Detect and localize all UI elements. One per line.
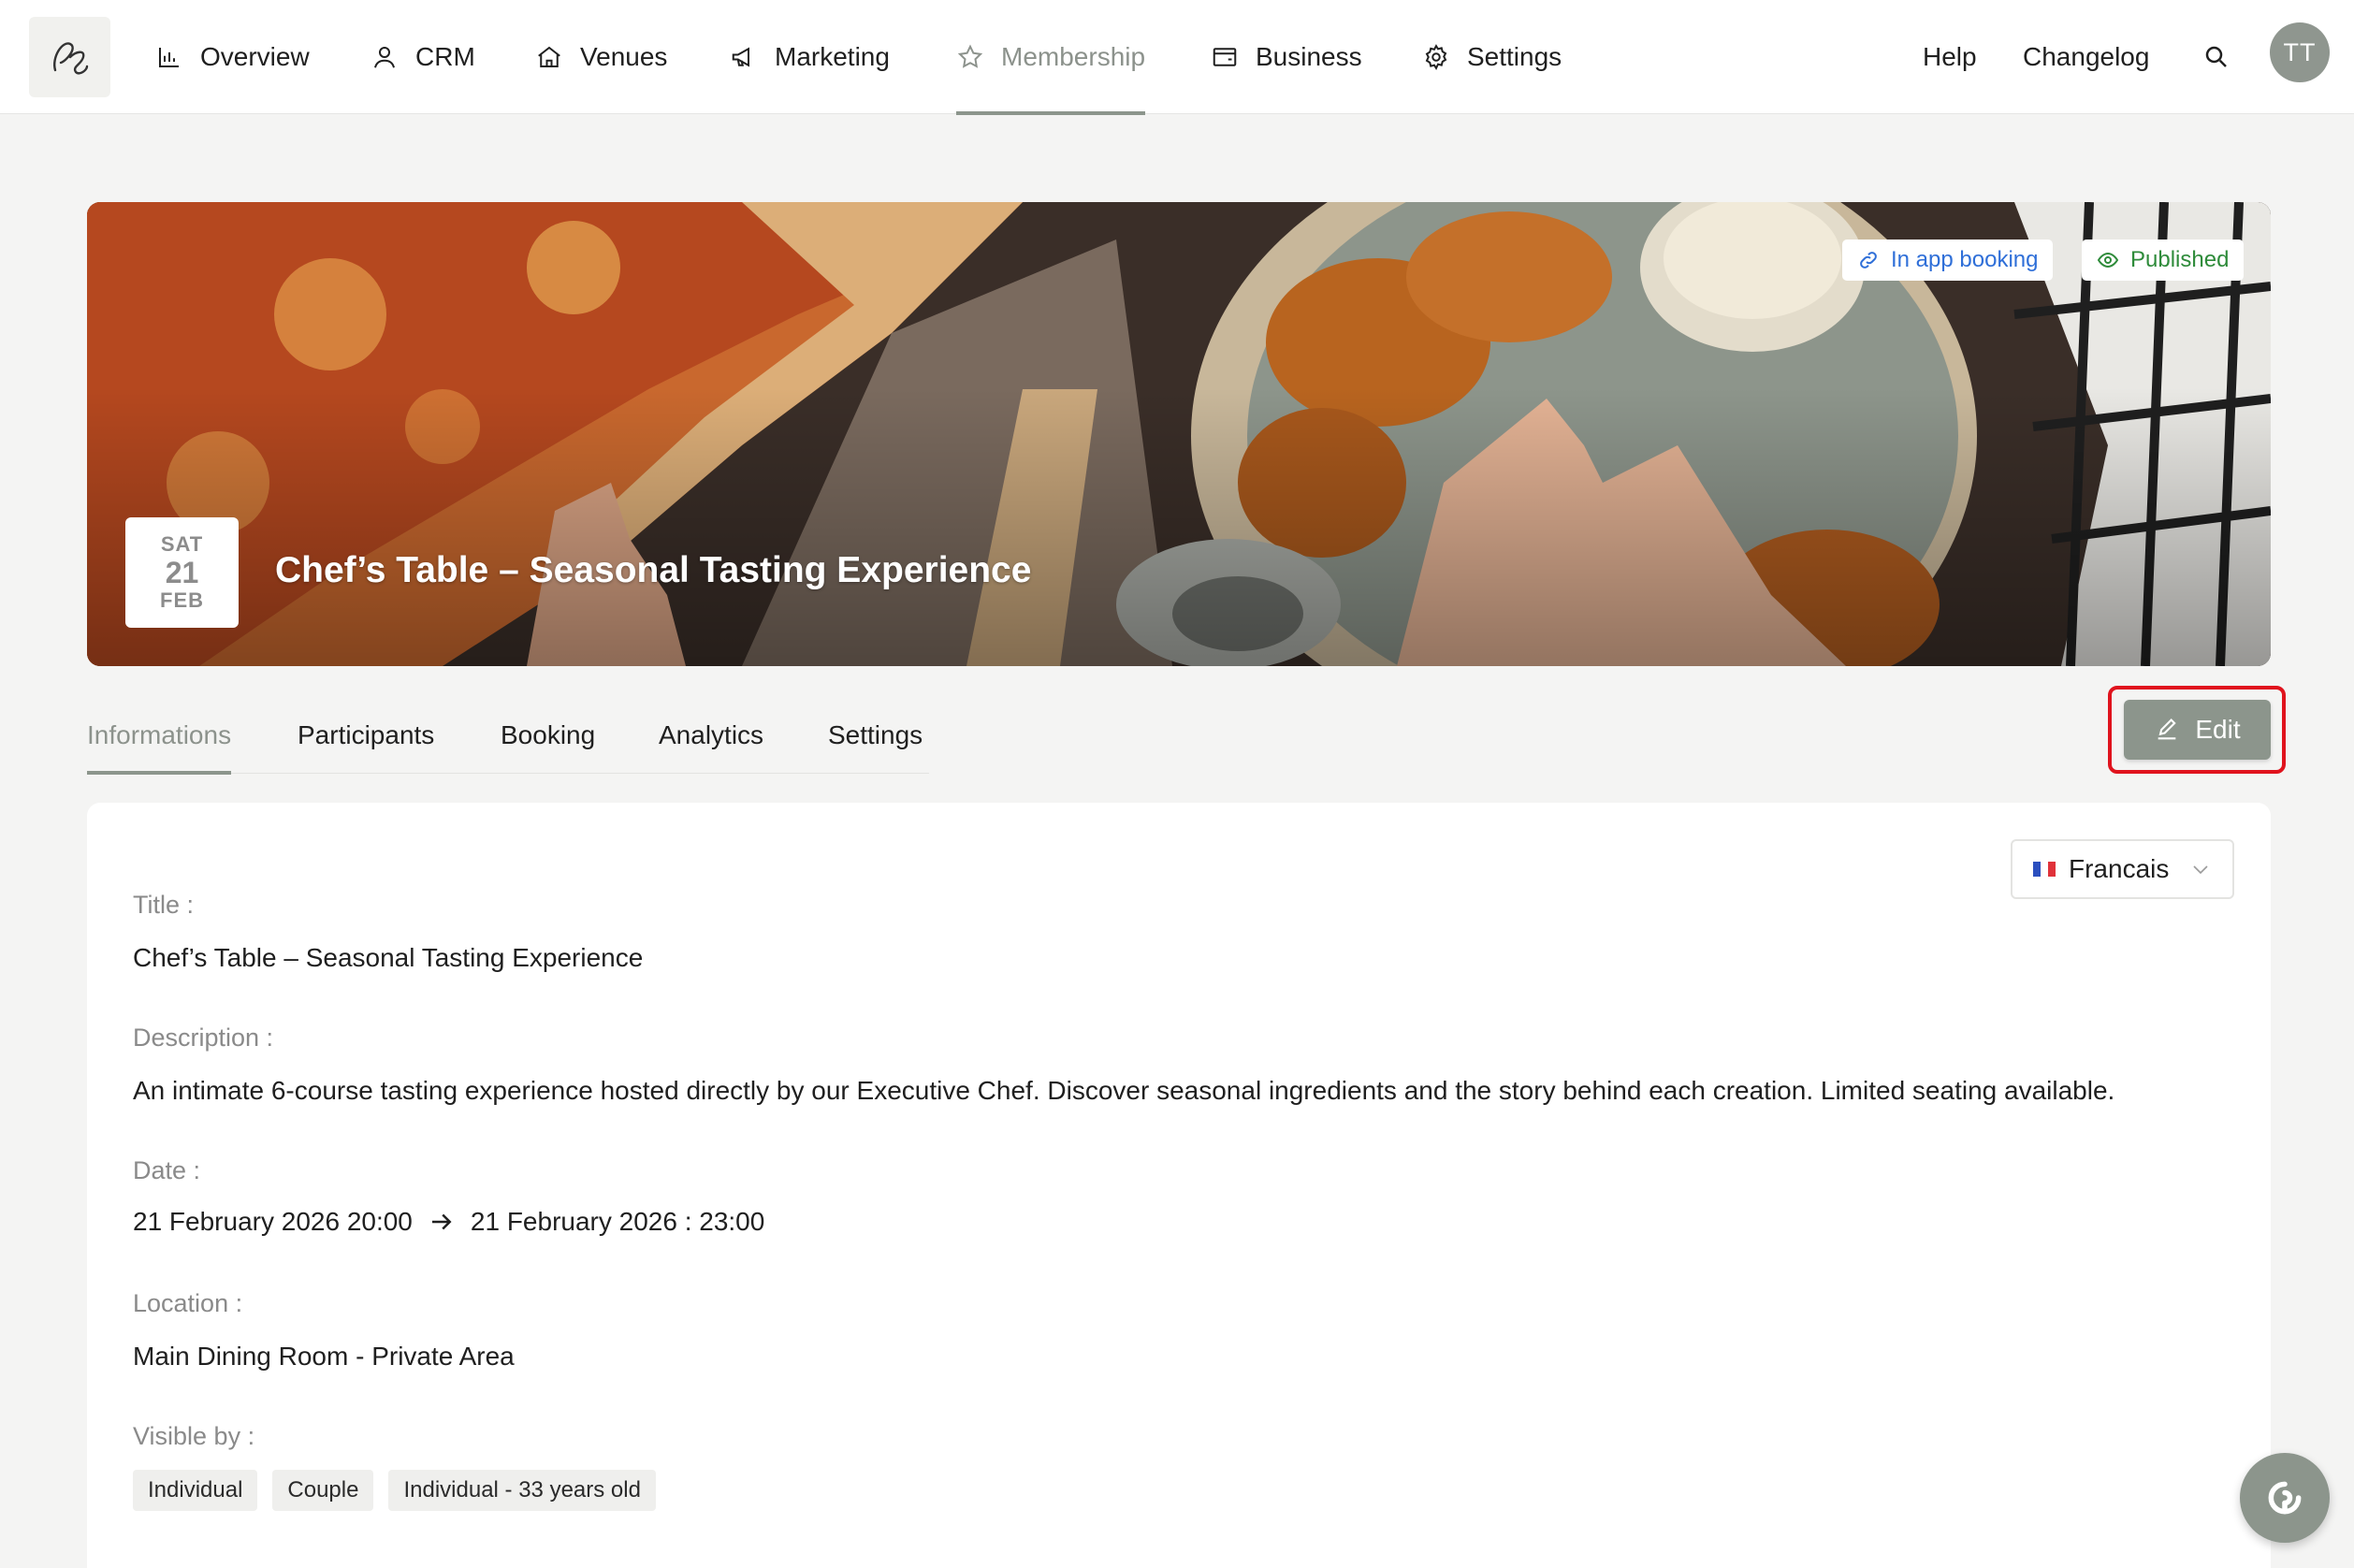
date-range: 21 February 2026 20:00 21 February 2026 … bbox=[133, 1207, 764, 1237]
edit-label: Edit bbox=[2195, 715, 2241, 744]
changelog-label: Changelog bbox=[2023, 42, 2150, 71]
tab-analytics-label: Analytics bbox=[659, 719, 764, 749]
nav-membership[interactable]: Membership bbox=[956, 0, 1146, 115]
france-flag-icon bbox=[2033, 862, 2056, 877]
avatar[interactable]: TT bbox=[2270, 22, 2330, 82]
search-button[interactable] bbox=[2202, 0, 2230, 114]
eye-icon bbox=[2097, 252, 2119, 269]
language-select[interactable]: Francais bbox=[2011, 839, 2234, 899]
edit-button[interactable]: Edit bbox=[2124, 700, 2271, 760]
nav-crm-label: CRM bbox=[415, 42, 475, 71]
tab-booking[interactable]: Booking bbox=[501, 696, 595, 774]
wallet-icon bbox=[1213, 48, 1237, 66]
changelog-link[interactable]: Changelog bbox=[2023, 0, 2149, 114]
published-label: Published bbox=[2130, 247, 2230, 272]
logo-monogram-icon bbox=[52, 42, 88, 75]
event-cover-image: In app booking Published SAT 21 FEB Chef… bbox=[87, 202, 2271, 666]
visible-by-label: Visible by : bbox=[133, 1422, 255, 1450]
location-value: Main Dining Room - Private Area bbox=[133, 1342, 515, 1371]
title-value: Chef’s Table – Seasonal Tasting Experien… bbox=[133, 943, 644, 972]
description-value: An intimate 6-course tasting experience … bbox=[133, 1076, 2115, 1105]
date-end: 21 February 2026 : 23:00 bbox=[470, 1207, 765, 1236]
visibility-chip: Individual bbox=[133, 1470, 258, 1511]
nav-venues[interactable]: Venues bbox=[535, 0, 667, 114]
home-icon bbox=[538, 46, 560, 67]
nav-crm[interactable]: CRM bbox=[371, 0, 475, 114]
nav-settings-label: Settings bbox=[1467, 42, 1562, 71]
arrow-right-icon bbox=[431, 1213, 452, 1230]
link-icon bbox=[1860, 252, 1877, 269]
gear-icon bbox=[1425, 44, 1447, 70]
app-logo[interactable] bbox=[29, 17, 110, 97]
user-icon bbox=[374, 47, 395, 68]
chat-icon bbox=[2268, 1481, 2302, 1515]
megaphone-icon bbox=[732, 47, 749, 67]
language-selected-label: Francais bbox=[2069, 854, 2170, 883]
event-details-card bbox=[87, 803, 2271, 1568]
event-month: FEB bbox=[160, 588, 204, 612]
support-chat-button[interactable] bbox=[2240, 1453, 2330, 1543]
visibility-chip: Individual - 33 years old bbox=[388, 1470, 656, 1511]
tab-participants-label: Participants bbox=[298, 719, 435, 749]
help-label: Help bbox=[1923, 42, 1977, 71]
visible-by-chips: Individual Couple Individual - 33 years … bbox=[133, 1470, 656, 1511]
nav-overview-label: Overview bbox=[200, 42, 310, 71]
in-app-booking-badge: In app booking bbox=[1842, 240, 2054, 281]
event-date-card: SAT 21 FEB bbox=[125, 517, 239, 628]
tab-settings-label: Settings bbox=[828, 719, 923, 749]
title-label: Title : bbox=[133, 891, 195, 919]
bar-chart-icon bbox=[159, 48, 179, 67]
tab-participants[interactable]: Participants bbox=[298, 696, 434, 774]
event-day: 21 bbox=[165, 556, 199, 589]
nav-membership-label: Membership bbox=[1001, 42, 1146, 71]
event-weekday: SAT bbox=[160, 532, 204, 556]
visibility-chip: Couple bbox=[272, 1470, 374, 1511]
search-icon bbox=[2205, 46, 2227, 67]
top-navigation: Overview CRM Venues Marketing Membership… bbox=[0, 0, 2354, 115]
date-start: 21 February 2026 20:00 bbox=[133, 1207, 413, 1236]
tab-booking-label: Booking bbox=[501, 719, 596, 749]
location-label: Location : bbox=[133, 1289, 243, 1317]
chevron-down-icon bbox=[2193, 865, 2208, 875]
event-title: Chef’s Table – Seasonal Tasting Experien… bbox=[275, 550, 1032, 590]
event-tabs: Informations Participants Booking Analyt… bbox=[87, 696, 929, 775]
in-app-booking-label: In app booking bbox=[1891, 247, 2039, 272]
nav-business[interactable]: Business bbox=[1211, 0, 1362, 114]
star-icon bbox=[957, 44, 983, 68]
date-label: Date : bbox=[133, 1156, 201, 1184]
avatar-initials: TT bbox=[2283, 37, 2317, 66]
help-link[interactable]: Help bbox=[1923, 0, 1977, 114]
tab-analytics[interactable]: Analytics bbox=[659, 696, 763, 774]
nav-business-label: Business bbox=[1256, 42, 1362, 71]
nav-marketing[interactable]: Marketing bbox=[730, 0, 890, 114]
nav-marketing-label: Marketing bbox=[775, 42, 890, 71]
tab-informations[interactable]: Informations bbox=[87, 696, 232, 775]
tab-settings[interactable]: Settings bbox=[828, 696, 923, 774]
pencil-icon bbox=[2158, 719, 2177, 740]
nav-venues-label: Venues bbox=[580, 42, 668, 71]
description-label: Description : bbox=[133, 1024, 274, 1052]
published-badge: Published bbox=[2082, 240, 2245, 281]
nav-overview[interactable]: Overview bbox=[155, 0, 310, 114]
nav-settings[interactable]: Settings bbox=[1422, 0, 1562, 114]
tab-informations-label: Informations bbox=[87, 719, 232, 749]
